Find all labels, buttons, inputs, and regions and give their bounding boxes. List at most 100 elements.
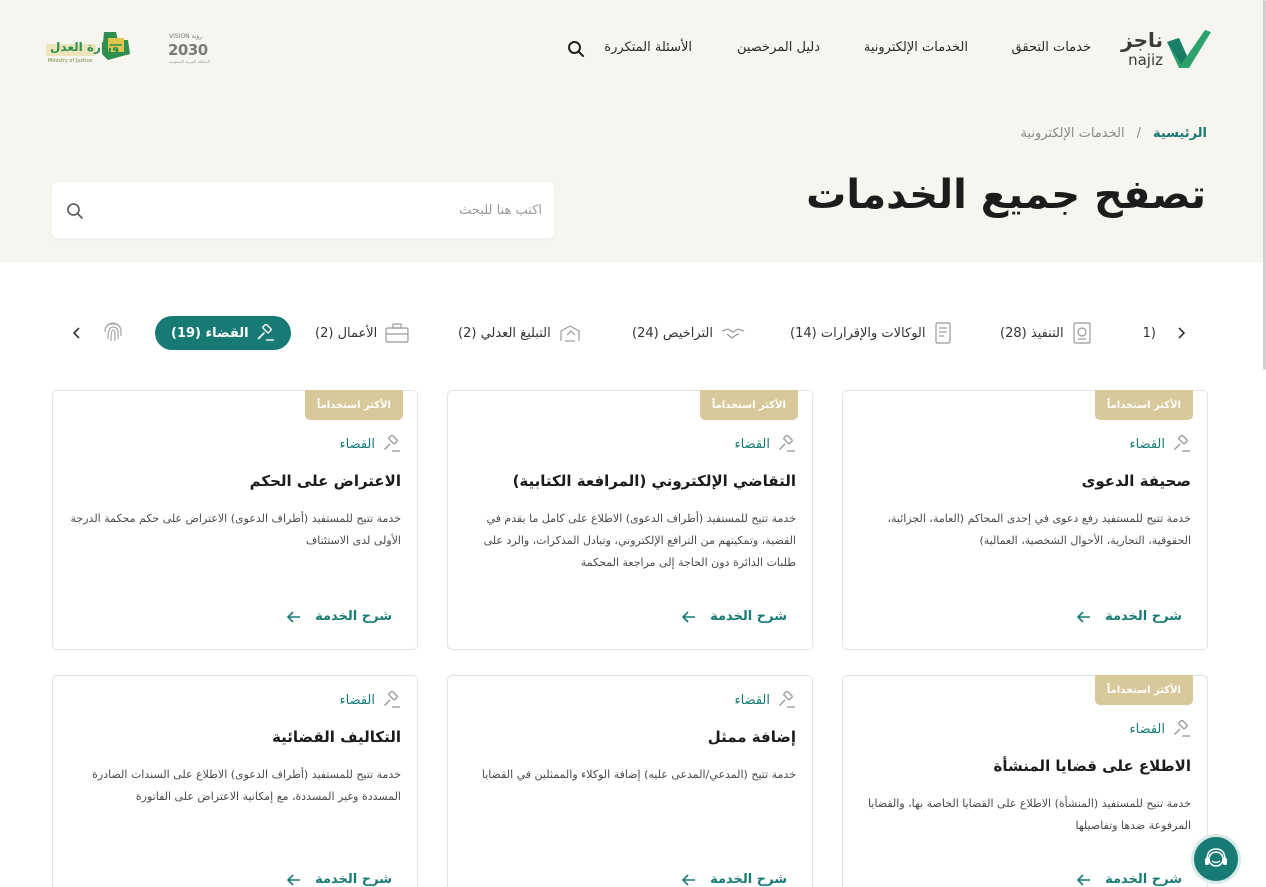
notification-icon (560, 325, 580, 342)
headset-agent-icon (1205, 848, 1227, 867)
arrow-left-icon (287, 610, 301, 623)
arrow-left-icon (682, 610, 696, 623)
arrow-left-icon (1077, 873, 1091, 886)
ministry-of-justice-logo: وزارة العدل Ministry of Justice (46, 30, 136, 68)
gavel-icon (384, 691, 400, 708)
nav-licensees-guide[interactable]: دليل المرخصين (737, 40, 820, 55)
service-explanation-link[interactable]: شرح الخدمة (682, 872, 787, 887)
card-title: التكاليف القضائية (272, 728, 401, 746)
tab-judiciary[interactable]: القضاء (19) (155, 316, 291, 350)
card-category: القضاء (340, 691, 402, 709)
arrow-left-icon (682, 873, 696, 886)
service-search-input[interactable] (102, 182, 542, 238)
service-explanation-label: شرح الخدمة (1105, 872, 1182, 887)
najiz-check-icon (1167, 30, 1211, 68)
most-used-badge: الأكثر استخداماً (1094, 675, 1193, 705)
service-explanation-link[interactable]: شرح الخدمة (287, 872, 392, 887)
card-description: خدمة تتيح (المدعي/المدعى عليه) إضافة الو… (481, 768, 796, 781)
chevron-left-icon (72, 327, 80, 339)
service-card-add-representative[interactable]: القضاء إضافة ممثل خدمة تتيح (المدعي/المد… (447, 675, 813, 887)
nav-verification-services[interactable]: خدمات التحقق (1012, 40, 1091, 55)
arrow-left-icon (1077, 610, 1091, 623)
service-explanation-label: شرح الخدمة (315, 872, 392, 887)
card-category: القضاء (340, 435, 402, 453)
breadcrumb-home-link[interactable]: الرئيسية (1153, 126, 1207, 141)
tab-execution-label: التنفيذ (28) (1000, 325, 1064, 341)
document-icon (935, 322, 952, 344)
service-explanation-link[interactable]: شرح الخدمة (1077, 872, 1182, 887)
service-card-case-sheet[interactable]: الأكثر استخداماً القضاء صحيفة الدعوى خدم… (842, 390, 1208, 650)
card-category: القضاء (1130, 720, 1192, 738)
page-title: تصفح جميع الخدمات (806, 172, 1206, 218)
tab-judicial-notification[interactable]: التبليغ العدلي (2) (458, 316, 581, 350)
search-icon[interactable] (66, 202, 84, 220)
tab-agencies[interactable]: الوكالات والإقرارات (14) (790, 316, 953, 350)
vision-subtitle: المملكة العربية السعودية (169, 59, 211, 64)
moj-name-en: Ministry of Justice (48, 58, 93, 64)
card-title: الاطلاع على قضايا المنشأة (993, 757, 1192, 775)
support-chat-button[interactable] (1191, 834, 1241, 884)
service-card-appeal-judgment[interactable]: الأكثر استخداماً القضاء الاعتراض على الح… (52, 390, 418, 650)
nav-electronic-services[interactable]: الخدمات الإلكترونية (864, 40, 968, 55)
breadcrumb-current: الخدمات الإلكترونية (1020, 126, 1125, 141)
card-title: صحيفة الدعوى (1081, 472, 1191, 490)
tab-execution[interactable]: التنفيذ (28) (1000, 316, 1092, 350)
gavel-icon (779, 691, 795, 708)
breadcrumb: الرئيسية / الخدمات الإلكترونية (1020, 126, 1207, 141)
najiz-logo[interactable]: ناجز najiz (1111, 26, 1211, 72)
card-category-label: القضاء (339, 436, 376, 452)
briefcase-icon (385, 323, 409, 343)
tabs-scroll-left-button[interactable] (64, 320, 90, 346)
most-used-badge: الأكثر استخداماً (1094, 390, 1193, 420)
tabs-scroll-right-button[interactable] (1168, 320, 1194, 346)
card-category-label: القضاء (1129, 721, 1166, 737)
vision-label: VISION رؤية (169, 33, 203, 40)
nav-faq[interactable]: الأسئلة المتكررة (604, 40, 692, 55)
card-description: خدمة تتيح للمستفيد (المنشأة) الاطلاع على… (868, 797, 1191, 832)
card-title: التقاضي الإلكتروني (المرافعة الكتابية) (512, 472, 796, 490)
service-explanation-link[interactable]: شرح الخدمة (1077, 609, 1182, 624)
card-description: خدمة تتيح للمستفيد رفع دعوى في إحدى المح… (887, 512, 1191, 547)
tab-partial-label: (1: (1142, 325, 1156, 341)
moj-name-ar: وزارة العدل (50, 40, 120, 54)
breadcrumb-separator: / (1136, 126, 1141, 141)
tab-judiciary-label: القضاء (19) (171, 325, 249, 341)
tab-partial[interactable]: (1: (1142, 316, 1156, 350)
service-card-establishment-cases[interactable]: الأكثر استخداماً القضاء الاطلاع على قضاي… (842, 675, 1208, 887)
brand-name-en: najiz (1128, 51, 1163, 69)
service-explanation-link[interactable]: شرح الخدمة (287, 609, 392, 624)
most-used-badge: الأكثر استخداماً (304, 390, 403, 420)
tab-agencies-label: الوكالات والإقرارات (14) (790, 325, 926, 341)
service-explanation-label: شرح الخدمة (710, 872, 787, 887)
handshake-icon (721, 328, 745, 339)
card-title: الاعتراض على الحكم (249, 472, 401, 490)
fingerprint-icon[interactable] (102, 319, 124, 343)
card-category-label: القضاء (1129, 436, 1166, 452)
gavel-icon (384, 435, 400, 452)
arrow-left-icon (287, 873, 301, 886)
tab-judicial-notification-label: التبليغ العدلي (2) (458, 325, 551, 341)
service-search-box (52, 182, 554, 238)
tab-business-label: الأعمال (2) (315, 325, 378, 341)
chevron-right-icon (1178, 327, 1186, 339)
card-title: إضافة ممثل (707, 728, 796, 746)
vision-2030-logo: VISION رؤية 2030 المملكة العربية السعودي… (166, 33, 218, 67)
most-used-badge: الأكثر استخداماً (699, 390, 798, 420)
vision-year: 2030 (168, 41, 208, 59)
card-category: القضاء (735, 691, 797, 709)
tab-licenses-label: التراخيص (24) (632, 325, 713, 341)
card-category: القضاء (1130, 435, 1192, 453)
service-explanation-label: شرح الخدمة (315, 609, 392, 624)
tab-licenses[interactable]: التراخيص (24) (632, 316, 745, 350)
card-category: القضاء (735, 435, 797, 453)
card-category-label: القضاء (734, 436, 771, 452)
service-card-e-litigation[interactable]: الأكثر استخداماً القضاء التقاضي الإلكترو… (447, 390, 813, 650)
search-icon[interactable] (567, 40, 585, 58)
card-description: خدمة تتيح للمستفيد (أطراف الدعوى) الاعتر… (70, 512, 401, 547)
card-category-label: القضاء (339, 692, 376, 708)
gavel-icon (779, 435, 795, 452)
tab-business[interactable]: الأعمال (2) (315, 316, 409, 350)
service-card-judicial-costs[interactable]: القضاء التكاليف القضائية خدمة تتيح للمست… (52, 675, 418, 887)
service-explanation-link[interactable]: شرح الخدمة (682, 609, 787, 624)
service-explanation-label: شرح الخدمة (710, 609, 787, 624)
